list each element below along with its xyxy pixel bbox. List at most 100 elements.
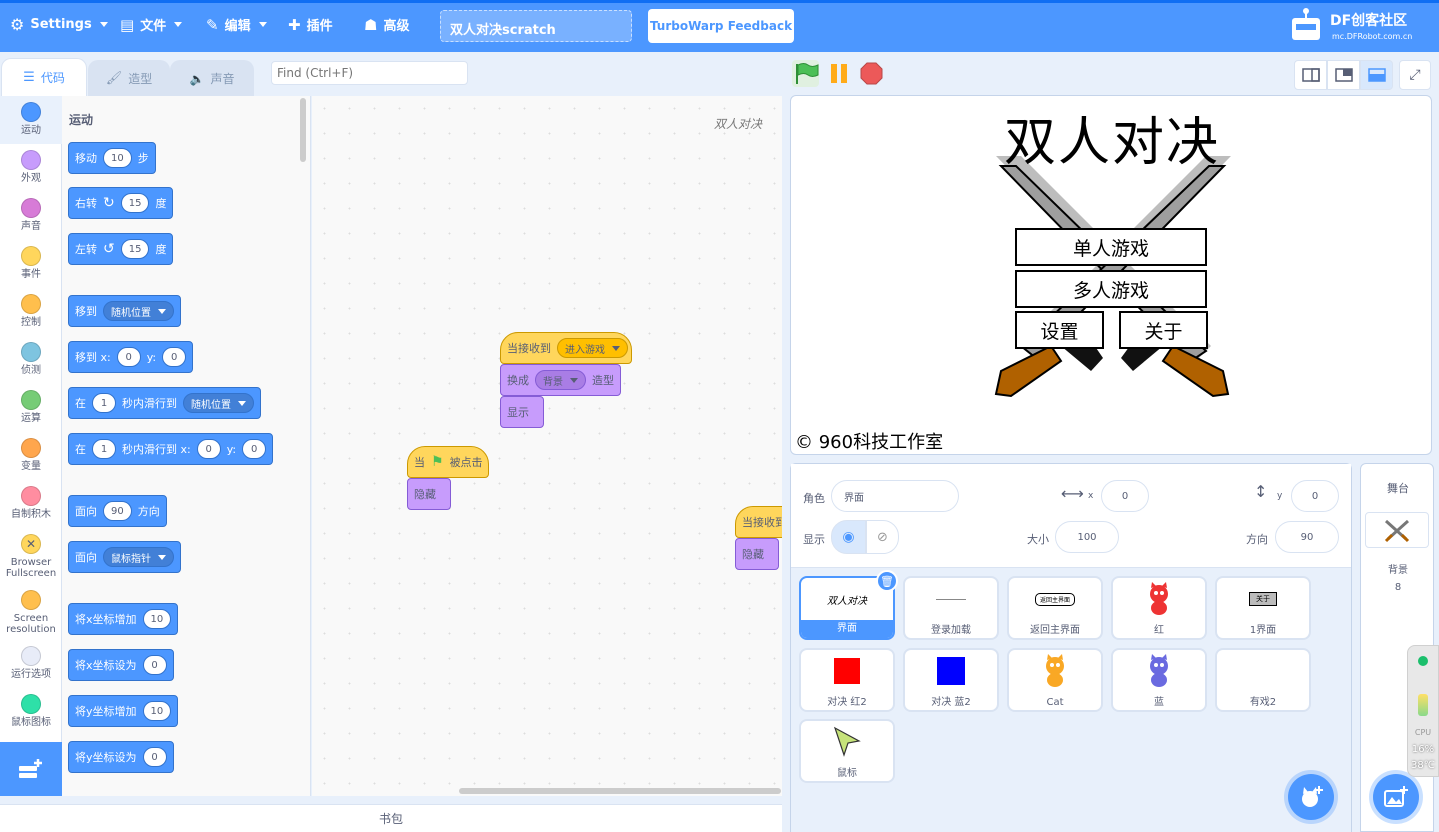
stop-button[interactable]	[858, 60, 885, 87]
category-operators[interactable]: 运算	[0, 390, 62, 424]
advanced-menu[interactable]: ☗ 高级	[364, 0, 409, 49]
add-sprite-button[interactable]	[1288, 774, 1334, 820]
sprite-item[interactable]: 鼠标	[799, 719, 895, 783]
block-show[interactable]: 显示	[500, 396, 544, 428]
sprite-item[interactable]: 红	[1111, 576, 1207, 640]
block-dropdown[interactable]: 随机位置	[103, 301, 174, 321]
large-stage-button[interactable]	[1360, 60, 1393, 90]
block-turn-left[interactable]: 左转 ↺ 15 度	[68, 233, 174, 265]
block-change-x[interactable]: 将x坐标增加 10	[68, 603, 179, 635]
dfrobot-logo[interactable]: DF创客社区 mc.DFRobot.com.cn	[1284, 4, 1434, 48]
palette-scrollbar[interactable]	[300, 98, 306, 162]
category-screen-resolution[interactable]: Screen resolution	[0, 590, 62, 635]
sprite-item[interactable]: 对决 蓝2	[903, 648, 999, 712]
block-hide[interactable]: 隐藏	[735, 538, 779, 570]
addons-menu[interactable]: ✚ 插件	[288, 0, 333, 49]
category-runtime-options[interactable]: 运行选项	[0, 646, 62, 680]
tab-costumes[interactable]: 🖌 造型	[88, 60, 170, 96]
green-flag-button[interactable]	[792, 60, 819, 87]
block-dropdown[interactable]: 鼠标指针	[103, 547, 174, 567]
block-change-y[interactable]: 将y坐标增加 10	[68, 695, 179, 727]
block-input[interactable]: 90	[103, 501, 132, 521]
pause-button[interactable]	[826, 60, 853, 87]
sprite-item[interactable]: 有戏2	[1215, 648, 1311, 712]
hat-when-flag-clicked[interactable]: 当 ⚑ 被点击	[407, 446, 489, 478]
settings-game-button[interactable]: 设置	[1015, 311, 1104, 349]
y-input[interactable]: 0	[1291, 480, 1339, 512]
project-title-input[interactable]: 双人对决scratch	[440, 10, 632, 42]
category-browser-fullscreen[interactable]: ✕ Browser Fullscreen	[0, 534, 62, 579]
block-input[interactable]: 0	[196, 439, 221, 459]
block-input[interactable]: 0	[142, 747, 167, 767]
block-input[interactable]: 10	[142, 609, 172, 629]
block-input[interactable]: 1	[92, 393, 116, 413]
sprite-item[interactable]: 对决 红2	[799, 648, 895, 712]
settings-menu[interactable]: ⚙ Settings	[10, 0, 108, 49]
block-input[interactable]: 1	[92, 439, 116, 459]
category-looks[interactable]: 外观	[0, 150, 62, 184]
block-input[interactable]: 15	[120, 239, 150, 259]
tab-sounds[interactable]: 🔈 声音	[170, 60, 254, 96]
block-switch-costume[interactable]: 换成 背景 造型	[500, 364, 621, 396]
x-input[interactable]: 0	[1101, 480, 1149, 512]
block-glide-to[interactable]: 在 1 秒内滑行到 随机位置	[68, 387, 261, 419]
about-button[interactable]: 关于	[1119, 311, 1208, 349]
multi-player-button[interactable]: 多人游戏	[1015, 270, 1207, 308]
block-set-y[interactable]: 将y坐标设为 0	[68, 741, 174, 773]
tab-code[interactable]: ☰ 代码	[1, 58, 87, 96]
block-goto[interactable]: 移到 随机位置	[68, 295, 181, 327]
block-dropdown[interactable]: 随机位置	[183, 393, 254, 413]
category-sound[interactable]: 声音	[0, 198, 62, 232]
category-mouse-cursor[interactable]: 鼠标图标	[0, 694, 62, 728]
find-input[interactable]	[271, 61, 468, 85]
sprite-item[interactable]: 返回主界面 返回主界面	[1007, 576, 1103, 640]
add-backdrop-button[interactable]	[1373, 774, 1419, 820]
block-hide[interactable]: 隐藏	[407, 478, 451, 510]
script-area[interactable]	[312, 96, 782, 796]
category-control[interactable]: 控制	[0, 294, 62, 328]
direction-input[interactable]: 90	[1275, 521, 1339, 553]
sprite-item[interactable]: Cat	[1007, 648, 1103, 712]
script-hscrollbar[interactable]	[459, 788, 781, 794]
block-input[interactable]: 0	[162, 347, 187, 367]
block-glide-xy[interactable]: 在 1 秒内滑行到 x: 0 y: 0	[68, 433, 274, 465]
block-input[interactable]: 10	[103, 148, 132, 168]
single-player-button[interactable]: 单人游戏	[1015, 228, 1207, 266]
category-myblocks[interactable]: 自制积木	[0, 486, 62, 520]
backpack[interactable]: 书包	[0, 804, 782, 832]
category-motion[interactable]: 运动	[0, 102, 62, 136]
file-menu[interactable]: ▤ 文件	[120, 0, 183, 49]
block-point-towards[interactable]: 面向 鼠标指针	[68, 541, 181, 573]
size-input[interactable]: 100	[1055, 521, 1119, 553]
delete-sprite-button[interactable]: 🗑	[876, 570, 898, 592]
block-input[interactable]: 0	[116, 347, 141, 367]
block-input[interactable]: 0	[242, 439, 267, 459]
block-goto-xy[interactable]: 移到 x: 0 y: 0	[68, 341, 194, 373]
sprite-name-input[interactable]: 界面	[831, 480, 959, 512]
block-input[interactable]: 0	[142, 655, 167, 675]
block-set-x[interactable]: 将x坐标设为 0	[68, 649, 174, 681]
message-dropdown[interactable]: 进入游戏	[557, 338, 628, 358]
category-events[interactable]: 事件	[0, 246, 62, 280]
show-sprite-button[interactable]: ◉	[831, 520, 866, 554]
hide-sprite-button[interactable]: ⊘	[866, 520, 899, 554]
cpu-monitor-widget[interactable]: CPU 16% 38℃	[1407, 645, 1439, 777]
edit-menu[interactable]: ✎ 编辑	[206, 0, 267, 49]
hat-when-receive[interactable]: 当接收到	[735, 506, 782, 538]
block-move-steps[interactable]: 移动 10 步	[68, 142, 156, 174]
hat-when-receive[interactable]: 当接收到 进入游戏	[500, 332, 632, 364]
block-input[interactable]: 15	[120, 193, 150, 213]
sprite-item[interactable]: 登录加载	[903, 576, 999, 640]
feedback-button[interactable]: TurboWarp Feedback	[648, 9, 794, 43]
category-sensing[interactable]: 侦测	[0, 342, 62, 376]
block-turn-right[interactable]: 右转 ↻ 15 度	[68, 187, 174, 219]
add-extension-button[interactable]	[0, 742, 62, 796]
sprite-item[interactable]: 蓝	[1111, 648, 1207, 712]
costume-dropdown[interactable]: 背景	[535, 370, 586, 390]
block-input[interactable]: 10	[142, 701, 172, 721]
block-point-direction[interactable]: 面向 90 方向	[68, 495, 167, 527]
sprite-item[interactable]: 关于 1界面	[1215, 576, 1311, 640]
stage-canvas[interactable]: 双人对决 单人游戏 多人游戏 设置 关于 © 960科技工作室	[790, 95, 1432, 455]
fullscreen-button[interactable]: ⤢	[1399, 60, 1431, 90]
category-variables[interactable]: 变量	[0, 438, 62, 472]
